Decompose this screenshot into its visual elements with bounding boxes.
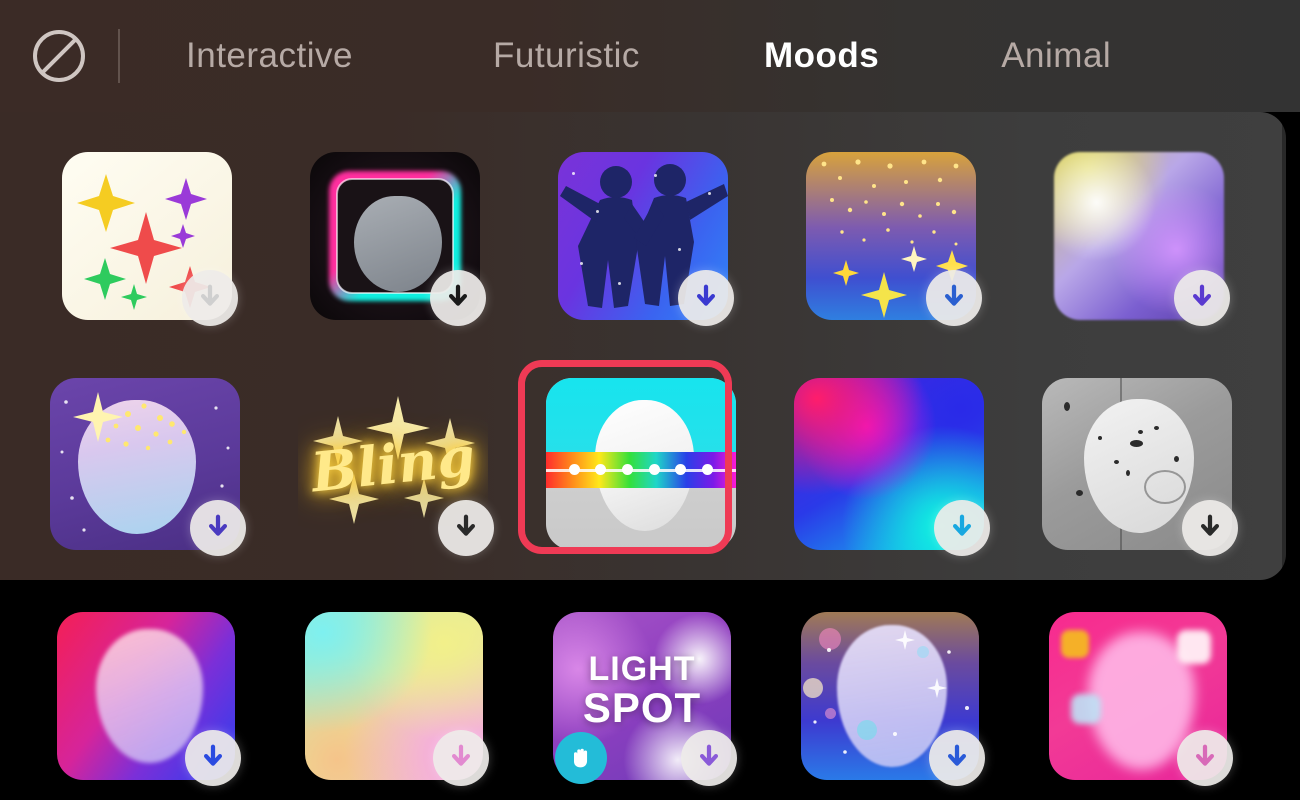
download-arrow-icon: [457, 514, 475, 536]
download-badge[interactable]: [934, 500, 990, 556]
download-arrow-icon: [449, 284, 467, 306]
effect-item-rainbow-band[interactable]: [518, 360, 736, 554]
header-divider: [118, 29, 120, 83]
download-arrow-icon: [452, 744, 470, 766]
effect-item-pink-bokeh-face[interactable]: [1049, 612, 1233, 786]
effect-item-bw-film-grain[interactable]: [1042, 378, 1238, 556]
download-arrow-icon: [209, 514, 227, 536]
download-badge[interactable]: [430, 270, 486, 326]
film-speck: [1138, 430, 1143, 434]
bokeh-hex: [1061, 630, 1089, 658]
band-dot: [568, 463, 580, 475]
download-arrow-icon: [1196, 744, 1214, 766]
download-badge[interactable]: [926, 270, 982, 326]
film-speck: [1174, 456, 1179, 462]
effects-row-2: Bling: [50, 360, 1238, 556]
film-speck: [1126, 470, 1130, 476]
download-arrow-icon: [204, 744, 222, 766]
bokeh-hex: [1071, 694, 1101, 724]
band-dot: [701, 463, 713, 475]
download-badge[interactable]: [678, 270, 734, 326]
light-spot-line-2: SPOT: [582, 683, 702, 731]
effect-item-purple-starry-face[interactable]: [50, 378, 246, 556]
download-badge[interactable]: [182, 270, 238, 326]
effect-item-cosmic-bokeh-face[interactable]: [801, 612, 985, 786]
download-arrow-icon: [201, 284, 219, 306]
band-dot: [595, 463, 607, 475]
band-dot: [622, 463, 633, 475]
effect-item-bokeh-light-leak[interactable]: [1054, 152, 1230, 326]
light-spot-label: LIGHT SPOT: [553, 652, 731, 730]
neon-outline: [336, 178, 454, 294]
effect-item-pastel-gradient[interactable]: [305, 612, 489, 786]
effects-row-3: LIGHT SPOT: [57, 612, 1233, 786]
effect-thumbnail: [546, 378, 736, 550]
download-badge[interactable]: [433, 730, 489, 786]
download-badge[interactable]: [438, 500, 494, 556]
download-arrow-icon: [1193, 284, 1211, 306]
effects-row-1: [62, 152, 1230, 326]
download-badge[interactable]: [185, 730, 241, 786]
download-badge[interactable]: [1177, 730, 1233, 786]
effect-item-bling-text[interactable]: Bling: [298, 378, 494, 556]
download-badge[interactable]: [1174, 270, 1230, 326]
hand-badge[interactable]: [555, 732, 607, 784]
download-arrow-icon: [945, 284, 963, 306]
category-tabs: Interactive Futuristic Moods Animal: [120, 0, 1300, 112]
download-badge[interactable]: [190, 500, 246, 556]
effect-item-neon-frame[interactable]: [310, 152, 486, 326]
effect-item-sparkle-white[interactable]: [62, 152, 238, 326]
download-arrow-icon: [953, 514, 971, 536]
film-speck: [1098, 436, 1102, 440]
face-shape: [96, 628, 203, 764]
film-speck: [1130, 440, 1143, 447]
download-badge[interactable]: [1182, 500, 1238, 556]
effects-picker-screen: Interactive Futuristic Moods Animal Blin…: [0, 0, 1300, 800]
effect-item-light-spot[interactable]: LIGHT SPOT: [553, 612, 737, 786]
effect-item-vivid-mesh-gradient[interactable]: [794, 378, 990, 556]
effect-item-pink-blue-face[interactable]: [57, 612, 241, 786]
bokeh-hex: [1177, 630, 1211, 664]
film-speck: [1154, 426, 1159, 430]
film-ring: [1144, 470, 1186, 504]
film-speck: [1114, 460, 1119, 464]
download-arrow-icon: [1201, 514, 1219, 536]
effect-item-dancing-silhouettes[interactable]: [558, 152, 734, 326]
no-filter-icon: [33, 30, 85, 82]
category-header: Interactive Futuristic Moods Animal: [0, 0, 1300, 112]
tab-futuristic[interactable]: Futuristic: [487, 36, 646, 76]
download-arrow-icon: [700, 744, 718, 766]
band-dot: [648, 463, 660, 475]
band-dot: [675, 463, 687, 475]
tab-interactive[interactable]: Interactive: [180, 36, 359, 76]
download-badge[interactable]: [681, 730, 737, 786]
face-shape: [1083, 398, 1194, 533]
film-speck: [1076, 490, 1083, 496]
download-arrow-icon: [697, 284, 715, 306]
tab-animal[interactable]: Animal: [995, 36, 1117, 76]
download-badge[interactable]: [929, 730, 985, 786]
download-arrow-icon: [948, 744, 966, 766]
light-spot-line-1: LIGHT: [588, 650, 696, 689]
no-filter-button[interactable]: [0, 0, 118, 112]
hand-icon: [574, 748, 588, 768]
effect-item-golden-sparkle-rain[interactable]: [806, 152, 982, 326]
film-speck: [1064, 402, 1070, 411]
tab-moods[interactable]: Moods: [758, 36, 885, 76]
